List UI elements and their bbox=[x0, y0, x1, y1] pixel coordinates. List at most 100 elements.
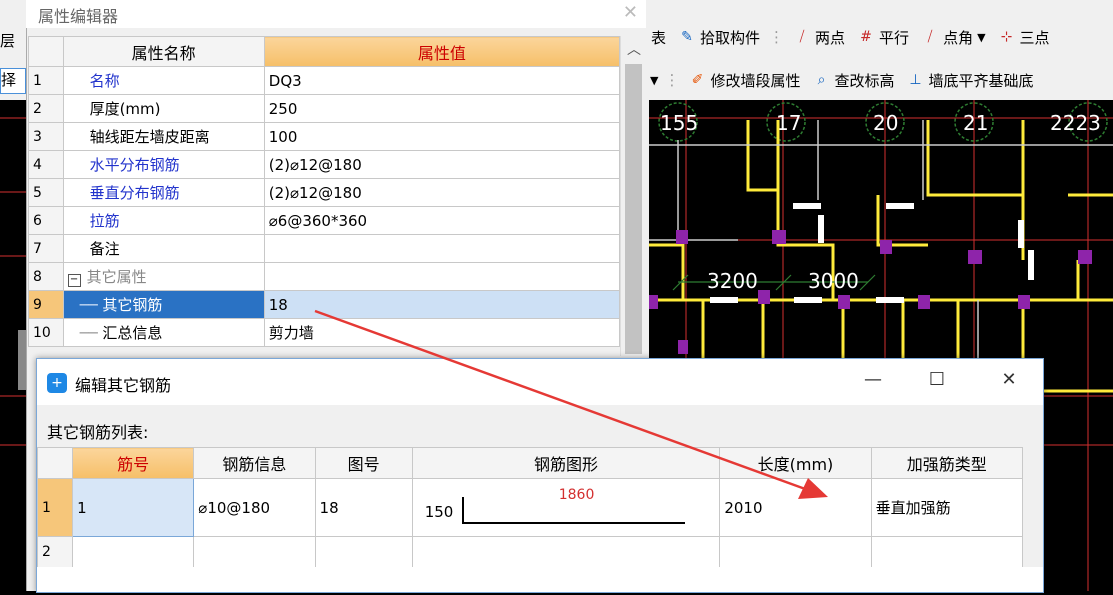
edit-wall-icon: ✐ bbox=[691, 72, 704, 88]
table-row[interactable]: 7 备注 bbox=[28, 234, 621, 263]
property-value[interactable] bbox=[263, 262, 621, 291]
property-name: 垂直分布钢筋 bbox=[62, 178, 265, 207]
toolbar-item-check-elevation[interactable]: ⌕ 查改标高 bbox=[809, 70, 897, 91]
property-value[interactable]: 100 bbox=[263, 122, 621, 151]
three-point-icon: ⊹ bbox=[1000, 29, 1013, 45]
table-row[interactable]: 3 轴线距左墙皮距离 100 bbox=[28, 122, 621, 151]
table-row-group[interactable]: 8 − 其它属性 bbox=[28, 262, 621, 291]
select-button[interactable]: 择 bbox=[0, 68, 26, 94]
toolbar-item-three-point[interactable]: ⊹ 三点 bbox=[995, 27, 1053, 48]
property-name: 水平分布钢筋 bbox=[62, 150, 265, 179]
chevron-down-icon[interactable]: ▼ bbox=[648, 74, 658, 87]
rebar-table: 筋号 钢筋信息 图号 钢筋图形 长度(mm) 加强筋类型 1 1 ⌀10@180… bbox=[36, 447, 1024, 568]
table-row[interactable]: 1 名称 DQ3 bbox=[28, 66, 621, 95]
vertical-scrollbar[interactable]: ︿ bbox=[620, 36, 647, 356]
stiffener-type-cell[interactable]: 垂直加强筋 bbox=[870, 478, 1024, 537]
table-row[interactable]: 2 bbox=[36, 536, 1024, 568]
property-value[interactable]: (2)⌀12@180 bbox=[263, 150, 621, 179]
minimize-icon[interactable]: — bbox=[859, 369, 887, 395]
property-value[interactable]: 18 bbox=[263, 290, 621, 319]
column-header-figure-no[interactable]: 图号 bbox=[314, 447, 413, 479]
toolbar-item-table[interactable]: 表 bbox=[648, 27, 669, 48]
rebar-shape-cell[interactable] bbox=[411, 536, 721, 568]
property-value[interactable]: ⌀6@360*360 bbox=[263, 206, 621, 235]
toolbar-item-point-angle[interactable]: ⧸ 点角 ▼ bbox=[918, 27, 988, 48]
column-header-name[interactable]: 属性名称 bbox=[62, 36, 265, 67]
left-panel-strip: 层 择 bbox=[0, 0, 28, 591]
property-editor-title: 属性编辑器 bbox=[38, 7, 119, 26]
column-header-length[interactable]: 长度(mm) bbox=[719, 447, 872, 479]
table-row-selected[interactable]: 1 1 ⌀10@180 18 150 1860 2010 垂直加强筋 bbox=[36, 478, 1024, 537]
cad-drawing-left bbox=[0, 117, 26, 446]
toolbar-item-pick-component[interactable]: ✎ 拾取构件 bbox=[675, 27, 763, 48]
rebar-shape-drawing bbox=[461, 497, 685, 524]
check-elevation-icon: ⌕ bbox=[817, 72, 826, 88]
close-icon[interactable]: ✕ bbox=[623, 2, 638, 23]
table-row-selected[interactable]: 9 ── 其它钢筋 18 bbox=[28, 290, 621, 319]
axis-label: 2223 bbox=[1050, 111, 1101, 135]
rebar-info-cell[interactable]: ⌀10@180 bbox=[193, 478, 316, 537]
column-header-bar-no[interactable]: 筋号 bbox=[72, 447, 195, 479]
property-name: 轴线距左墙皮距离 bbox=[62, 122, 265, 151]
table-row[interactable]: 2 厚度(mm) 250 bbox=[28, 94, 621, 123]
chevron-down-icon[interactable]: ▼ bbox=[977, 31, 985, 44]
column-header-stiffener-type[interactable]: 加强筋类型 bbox=[870, 447, 1024, 479]
toolbar-item-align-bottom[interactable]: ⊥ 墙底平齐基础底 bbox=[904, 70, 1037, 91]
bar-no-cell[interactable] bbox=[72, 536, 195, 568]
pick-icon: ✎ bbox=[681, 29, 693, 45]
dimension-label: 3000 bbox=[808, 269, 859, 293]
length-cell[interactable]: 2010 bbox=[719, 478, 872, 537]
property-value[interactable] bbox=[263, 234, 621, 263]
rebar-shape-cell[interactable]: 150 1860 bbox=[411, 478, 721, 537]
bar-no-cell[interactable]: 1 bbox=[72, 478, 195, 537]
property-name: 汇总信息 bbox=[102, 324, 163, 342]
dialog-title: 编辑其它钢筋 bbox=[75, 376, 172, 395]
axis-label: 17 bbox=[776, 111, 801, 135]
toolbar-item-parallel[interactable]: # 平行 bbox=[854, 27, 912, 48]
axis-label: 21 bbox=[963, 111, 988, 135]
toolbar-item-two-point[interactable]: ⧸ 两点 bbox=[790, 27, 848, 48]
edit-other-rebar-dialog: + 编辑其它钢筋 — ☐ ✕ 其它钢筋列表: 筋号 钢筋信息 图号 钢筋图形 长… bbox=[36, 358, 1044, 593]
property-name: 名称 bbox=[62, 66, 265, 95]
dimension-label: 3200 bbox=[707, 269, 758, 293]
collapse-icon[interactable]: − bbox=[67, 274, 81, 287]
layer-label: 层 bbox=[0, 32, 16, 50]
table-row[interactable]: 10 ── 汇总信息 剪力墙 bbox=[28, 318, 621, 347]
table-row[interactable]: 4 水平分布钢筋 (2)⌀12@180 bbox=[28, 150, 621, 179]
property-value[interactable]: DQ3 bbox=[263, 66, 621, 95]
property-name: 拉筋 bbox=[62, 206, 265, 235]
rebar-list-label: 其它钢筋列表: bbox=[47, 423, 149, 442]
maximize-icon[interactable]: ☐ bbox=[923, 369, 951, 395]
length-cell[interactable] bbox=[719, 536, 872, 568]
two-point-icon: ⧸ bbox=[799, 29, 805, 45]
property-group-name: 其它属性 bbox=[86, 268, 147, 286]
property-editor-titlebar: 属性编辑器 ✕ bbox=[26, 0, 646, 28]
property-name: 备注 bbox=[62, 234, 265, 263]
dialog-empty-area bbox=[37, 567, 1043, 592]
close-icon[interactable]: ✕ bbox=[995, 369, 1023, 395]
dialog-titlebar: + 编辑其它钢筋 — ☐ ✕ bbox=[37, 359, 1043, 405]
column-header-value[interactable]: 属性值 bbox=[263, 36, 621, 67]
rebar-info-cell[interactable] bbox=[193, 536, 316, 568]
toolbar-item-edit-wall-segment[interactable]: ✐ 修改墙段属性 bbox=[685, 70, 803, 91]
app-logo-icon: + bbox=[47, 373, 67, 393]
column-header-rebar-shape[interactable]: 钢筋图形 bbox=[411, 447, 721, 479]
table-row[interactable]: 6 拉筋 ⌀6@360*360 bbox=[28, 206, 621, 235]
property-value[interactable]: 剪力墙 bbox=[263, 318, 621, 347]
property-table: 属性名称 属性值 1 名称 DQ3 2 厚度(mm) 250 3 轴线距左墙皮距… bbox=[28, 36, 621, 347]
align-bottom-icon: ⊥ bbox=[909, 72, 922, 88]
figure-no-cell[interactable] bbox=[314, 536, 413, 568]
column-header-rebar-info[interactable]: 钢筋信息 bbox=[193, 447, 316, 479]
property-value[interactable]: 250 bbox=[263, 94, 621, 123]
chevron-up-icon[interactable]: ︿ bbox=[627, 39, 641, 59]
stiffener-type-cell[interactable] bbox=[870, 536, 1024, 568]
drawing-toolbar: 表 ✎ 拾取构件 ⋮ ⧸ 两点 # 平行 ⧸ 点角 ▼ ⊹ 三点 ▼ ⋮ ✐ 修改墙段属性 ⌕… bbox=[648, 0, 1113, 100]
axis-label: 20 bbox=[873, 111, 898, 135]
property-name: 厚度(mm) bbox=[62, 94, 265, 123]
property-name: 其它钢筋 bbox=[102, 296, 163, 314]
axis-label: 155 bbox=[660, 111, 698, 135]
property-value[interactable]: (2)⌀12@180 bbox=[263, 178, 621, 207]
figure-no-cell[interactable]: 18 bbox=[314, 478, 413, 537]
scrollbar-thumb[interactable] bbox=[625, 64, 642, 354]
table-row[interactable]: 5 垂直分布钢筋 (2)⌀12@180 bbox=[28, 178, 621, 207]
